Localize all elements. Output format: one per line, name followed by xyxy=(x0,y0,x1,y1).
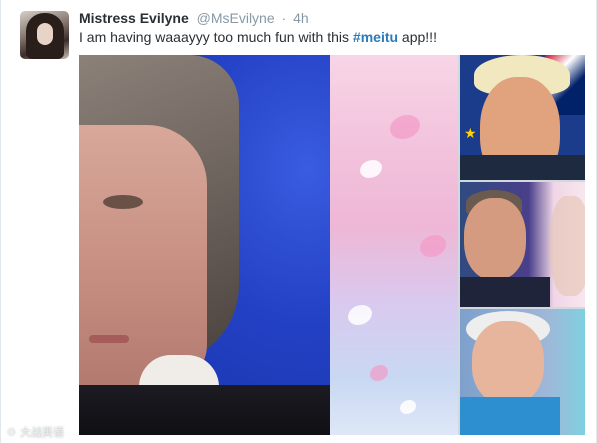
photo-suit xyxy=(460,277,550,307)
petal-decoration xyxy=(420,235,446,257)
photo-suit xyxy=(460,155,585,180)
photo-lip xyxy=(89,335,129,343)
petal-decoration xyxy=(360,160,382,178)
avatar[interactable] xyxy=(20,11,69,59)
side-photo-3[interactable] xyxy=(460,309,585,435)
tweet-text-after: app!!! xyxy=(398,29,437,45)
author-handle[interactable]: @MsEvilyne xyxy=(197,10,275,26)
petal-decoration xyxy=(348,305,372,325)
tweet-timestamp[interactable]: 4h xyxy=(293,10,309,26)
tweet-text-before: I am having waaayyy too much fun with th… xyxy=(79,29,353,45)
photo-face xyxy=(464,198,526,280)
tweet-card: Mistress Evilyne @MsEvilyne · 4h I am ha… xyxy=(0,0,597,443)
side-photo-1[interactable]: ★ ★ ★ xyxy=(460,55,585,180)
photo-jacket xyxy=(79,385,330,435)
watermark-text: ☉ 大战英语 xyxy=(6,427,65,439)
petal-decoration xyxy=(400,400,416,414)
meitu-filter-half xyxy=(550,196,585,296)
photo-coat xyxy=(460,397,560,435)
tweet-text: I am having waaayyy too much fun with th… xyxy=(79,28,437,46)
meitu-filter-half xyxy=(330,55,458,435)
petal-decoration xyxy=(390,115,420,139)
star-icon: ★ xyxy=(464,125,477,141)
main-photo[interactable] xyxy=(79,55,458,435)
photo-eye xyxy=(103,195,143,209)
tweet-header: Mistress Evilyne @MsEvilyne · 4h xyxy=(79,9,309,27)
media-grid: ★ ★ ★ xyxy=(79,55,585,435)
author-name[interactable]: Mistress Evilyne xyxy=(79,10,189,26)
side-photo-2[interactable] xyxy=(460,182,585,307)
avatar-face xyxy=(37,23,53,45)
separator-dot: · xyxy=(281,10,287,26)
petal-decoration xyxy=(370,365,388,381)
photo-face xyxy=(472,321,544,405)
photo-face xyxy=(79,125,207,385)
hashtag-link[interactable]: #meitu xyxy=(353,29,398,45)
